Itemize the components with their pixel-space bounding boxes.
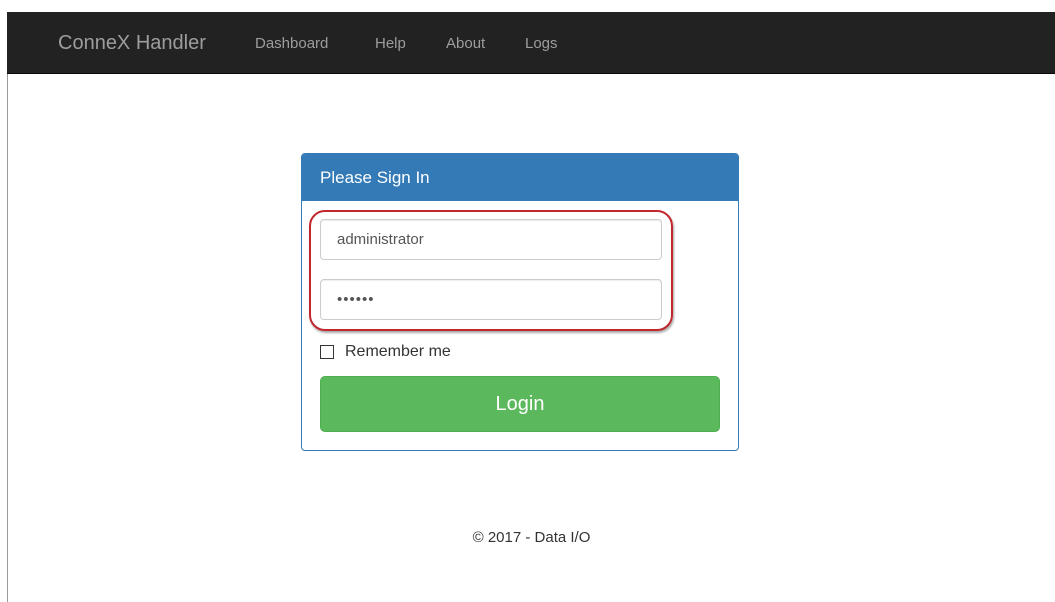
nav-link-dashboard[interactable]: Dashboard [255, 35, 328, 53]
footer: © 2017 - Data I/O [0, 528, 1055, 548]
page-left-border [7, 74, 8, 602]
nav-link-logs[interactable]: Logs [525, 35, 558, 53]
credentials-highlight-outline [309, 210, 673, 331]
brand-link[interactable]: ConneX Handler [58, 32, 206, 54]
remember-me-label[interactable]: Remember me [345, 342, 451, 362]
nav-link-help[interactable]: Help [375, 35, 406, 53]
top-navbar: ConneX Handler Dashboard Help About Logs [7, 12, 1055, 74]
copyright-text: © 2017 - Data I/O [472, 529, 591, 546]
remember-me-checkbox[interactable] [320, 345, 334, 359]
nav-link-about[interactable]: About [446, 35, 485, 53]
login-button[interactable]: Login [320, 376, 720, 432]
panel-title: Please Sign In [320, 168, 430, 187]
window-top-strip [0, 0, 1055, 12]
panel-heading: Please Sign In [302, 154, 738, 201]
app-window: ConneX Handler Dashboard Help About Logs… [0, 0, 1055, 602]
